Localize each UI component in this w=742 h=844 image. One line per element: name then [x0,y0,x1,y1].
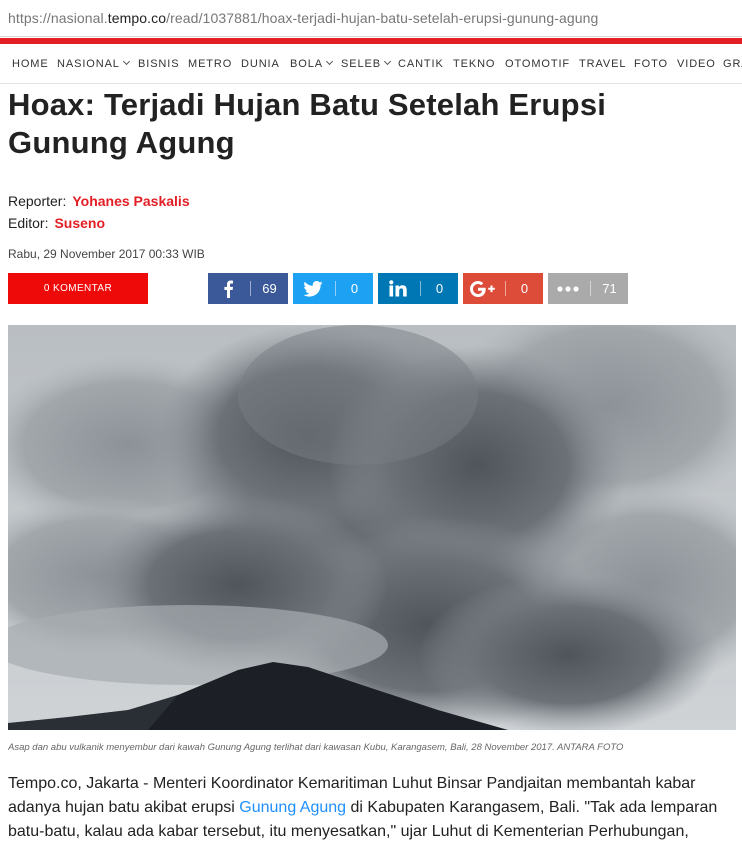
url-text: https://nasional.tempo.co/read/1037881/h… [8,10,599,26]
reporter-link[interactable]: Yohanes Paskalis [72,193,189,209]
nav-item-seleb[interactable]: SELEB [341,57,392,70]
reporter-label: Reporter: [8,193,67,209]
twitter-count: 0 [350,281,359,296]
volcano-eruption-image [8,325,736,730]
nav-item-travel[interactable]: TRAVEL [579,58,626,70]
googleplus-share-button[interactable]: 0 [463,273,543,304]
nav-item-bisnis[interactable]: BISNIS [138,58,179,70]
address-bar[interactable]: https://nasional.tempo.co/read/1037881/h… [0,0,742,37]
photo-caption: Asap dan abu vulkanik menyembur dari kaw… [8,742,624,753]
more-dots-icon [548,273,588,304]
more-count: 71 [602,281,617,296]
editor-link[interactable]: Suseno [54,215,105,231]
chevron-down-icon [122,57,130,66]
nav-item-otomotif[interactable]: OTOMOTIF [505,58,570,70]
article-photo [8,325,736,730]
facebook-icon [208,273,248,304]
nav-item-home[interactable]: HOME [12,58,49,70]
editor-label: Editor: [8,215,49,231]
nav-item-metro[interactable]: METRO [188,58,232,70]
reporter-line: Reporter: Yohanes Paskalis [8,193,190,209]
facebook-count: 69 [262,281,277,296]
gunung-agung-link[interactable]: Gunung Agung [239,799,346,816]
article-title: Hoax: Terjadi Hujan Batu Setelah Erupsi … [8,87,607,160]
more-share-button[interactable]: 71 [548,273,628,304]
nav-item-dunia[interactable]: DUNIA [241,58,280,70]
editor-line: Editor: Suseno [8,215,105,231]
chevron-down-icon [325,57,333,66]
comment-button[interactable]: 0 KOMENTAR [8,273,148,304]
linkedin-count: 0 [435,281,444,296]
nav-item-foto[interactable]: FOTO [634,58,668,70]
article-body: Tempo.co, Jakarta - Menteri Koordinator … [8,775,718,840]
nav-item-grafis[interactable]: GRA [723,58,742,70]
chevron-down-icon [383,57,392,66]
linkedin-share-button[interactable]: 0 [378,273,458,304]
google-plus-icon [463,273,503,304]
publish-date: Rabu, 29 November 2017 00:33 WIB [8,247,205,261]
facebook-share-button[interactable]: 69 [208,273,288,304]
main-nav: HOME NASIONAL BISNIS METRO DUNIA BOLA SE… [0,44,742,84]
twitter-icon [293,273,333,304]
googleplus-count: 0 [520,281,529,296]
nav-item-video[interactable]: VIDEO [677,58,716,70]
nav-item-bola[interactable]: BOLA [290,57,333,70]
linkedin-icon [378,273,418,304]
nav-item-nasional[interactable]: NASIONAL [57,57,130,70]
twitter-share-button[interactable]: 0 [293,273,373,304]
nav-item-tekno[interactable]: TEKNO [453,58,495,70]
nav-item-cantik[interactable]: CANTIK [398,58,444,70]
